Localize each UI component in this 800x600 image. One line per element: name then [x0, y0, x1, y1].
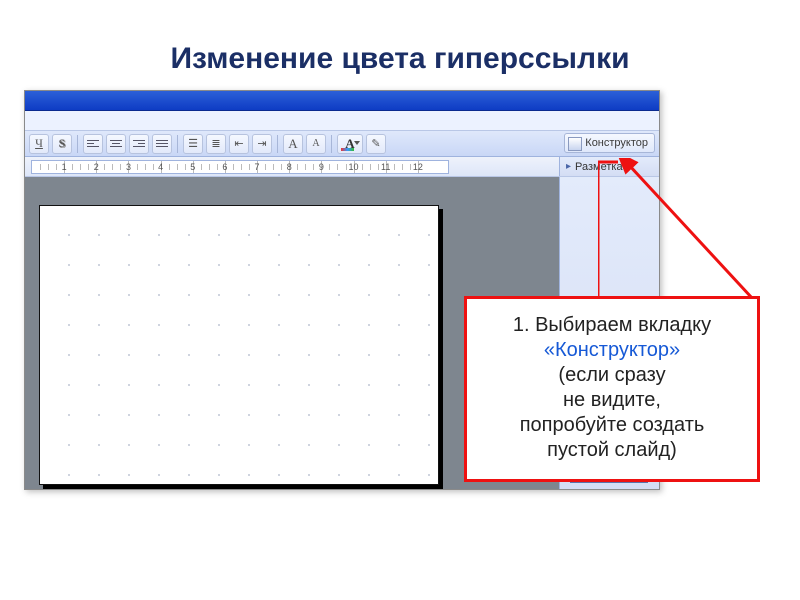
- razmetka-pane-header[interactable]: Разметка: [559, 157, 659, 176]
- align-left-button[interactable]: [83, 134, 103, 154]
- ruler-minor-tick: [273, 164, 274, 170]
- ruler-number: 1: [62, 162, 67, 172]
- step-line-highlight: «Конструктор»: [544, 339, 680, 361]
- ruler-number: 10: [349, 162, 359, 172]
- ruler-minor-tick: [201, 164, 202, 170]
- ruler-minor-tick: [370, 164, 371, 170]
- underline-button[interactable]: Ч: [29, 134, 49, 154]
- ruler-minor-tick: [48, 164, 49, 170]
- ruler-minor-tick: [362, 164, 363, 170]
- step-line: не видите,: [563, 389, 661, 411]
- ruler-minor-tick: [209, 164, 210, 170]
- ruler-minor-tick: [217, 164, 218, 170]
- numbered-list-button[interactable]: ☰: [183, 134, 203, 154]
- ruler-minor-tick: [394, 164, 395, 170]
- ruler-minor-tick: [145, 164, 146, 170]
- ruler-minor-tick: [72, 164, 73, 170]
- ruler-minor-tick: [297, 164, 298, 170]
- ruler-minor-tick: [112, 164, 113, 170]
- align-center-button[interactable]: [106, 134, 126, 154]
- step-number: 1.: [513, 314, 530, 336]
- ruler-number: 2: [94, 162, 99, 172]
- ruler-number: 9: [319, 162, 324, 172]
- ruler-minor-tick: [40, 164, 41, 170]
- increase-indent-button[interactable]: ⇥: [252, 134, 272, 154]
- decrease-indent-button[interactable]: ⇤: [229, 134, 249, 154]
- step-line: (если сразу: [558, 364, 665, 386]
- toolbar-separator: [331, 135, 332, 153]
- ruler-number: 3: [126, 162, 131, 172]
- toolbar-separator: [177, 135, 178, 153]
- toolbar-separator: [277, 135, 278, 153]
- bulleted-list-button[interactable]: ≣: [206, 134, 226, 154]
- step-line: попробуйте создать: [520, 414, 705, 436]
- ruler-number: 8: [287, 162, 292, 172]
- ruler-minor-tick: [80, 164, 81, 170]
- ruler-minor-tick: [233, 164, 234, 170]
- design-icon[interactable]: ✎: [366, 134, 386, 154]
- font-color-button[interactable]: A: [337, 134, 363, 154]
- ruler-minor-tick: [177, 164, 178, 170]
- increase-font-button[interactable]: A: [283, 134, 303, 154]
- ruler-number: 7: [255, 162, 260, 172]
- konstruktor-tab[interactable]: Конструктор: [564, 133, 655, 153]
- slide-canvas[interactable]: [39, 205, 439, 485]
- horizontal-ruler[interactable]: 123456789101112: [31, 160, 449, 174]
- ruler-number: 12: [413, 162, 423, 172]
- ruler-minor-tick: [249, 164, 250, 170]
- align-justify-button[interactable]: [152, 134, 172, 154]
- ruler-minor-tick: [305, 164, 306, 170]
- instruction-callout: 1. Выбираем вкладку «Конструктор» (если …: [464, 296, 760, 482]
- slide-grid: [40, 206, 438, 484]
- ruler-minor-tick: [410, 164, 411, 170]
- ruler-minor-tick: [378, 164, 379, 170]
- razmetka-label: Разметка: [575, 161, 623, 173]
- text-shadow-button[interactable]: S: [52, 134, 72, 154]
- ruler-minor-tick: [402, 164, 403, 170]
- step-line: пустой слайд): [547, 439, 677, 461]
- ruler-minor-tick: [337, 164, 338, 170]
- ruler-minor-tick: [329, 164, 330, 170]
- help-search-field[interactable]: Введи: [619, 90, 655, 91]
- ruler-minor-tick: [120, 164, 121, 170]
- decrease-font-button[interactable]: A: [306, 134, 326, 154]
- konstruktor-label: Конструктор: [585, 137, 648, 149]
- ruler-minor-tick: [169, 164, 170, 170]
- ruler-row: 123456789101112 Разметка: [25, 157, 659, 177]
- ruler-minor-tick: [346, 164, 347, 170]
- ruler-number: 5: [190, 162, 195, 172]
- ruler-minor-tick: [241, 164, 242, 170]
- ruler-minor-tick: [185, 164, 186, 170]
- ruler-minor-tick: [56, 164, 57, 170]
- ruler-number: 6: [222, 162, 227, 172]
- formatting-toolbar: Ч S ☰ ≣ ⇤ ⇥ A A A ✎ Конструктор: [25, 131, 659, 157]
- page-title: Изменение цвета гиперссылки: [0, 42, 800, 76]
- ruler-minor-tick: [153, 164, 154, 170]
- ruler-minor-tick: [137, 164, 138, 170]
- window-menubar-area: Введи: [25, 111, 659, 131]
- ruler-number: 4: [158, 162, 163, 172]
- ruler-minor-tick: [104, 164, 105, 170]
- window-titlebar: [25, 91, 659, 111]
- ruler-minor-tick: [88, 164, 89, 170]
- instruction-step-1: 1. Выбираем вкладку «Конструктор» (если …: [477, 313, 747, 463]
- ruler-minor-tick: [313, 164, 314, 170]
- step-line: Выбираем вкладку: [535, 314, 711, 336]
- chevron-down-icon: [354, 141, 360, 145]
- toolbar-separator: [77, 135, 78, 153]
- align-right-button[interactable]: [129, 134, 149, 154]
- ruler-number: 11: [381, 162, 390, 172]
- ruler-minor-tick: [265, 164, 266, 170]
- ruler-minor-tick: [281, 164, 282, 170]
